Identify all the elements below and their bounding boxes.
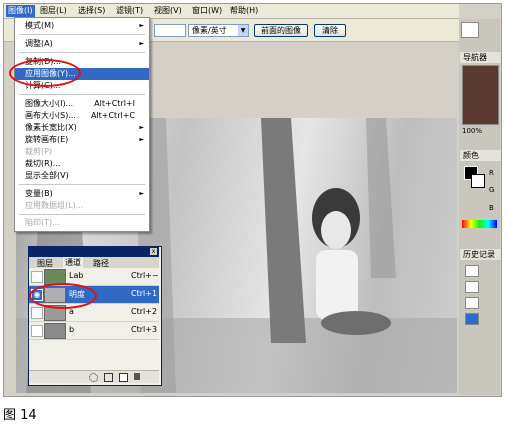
menu-item-trim[interactable]: 裁切(R)... [15,158,149,170]
history-state[interactable] [465,297,479,309]
color-channel-r: R [489,169,494,177]
trash-icon[interactable] [134,373,140,380]
menu-item-label: 显示全部(V) [25,171,69,180]
menu-item-label: 像素长宽比(X) [25,123,77,132]
color-ramp[interactable] [462,220,497,228]
menu-item-label: 图像大小(I)... [25,99,74,108]
menu-image[interactable]: 图像(I) [6,5,35,17]
menu-item-reveal-all[interactable]: 显示全部(V) [15,170,149,182]
history-state[interactable] [465,265,479,277]
menu-separator [19,214,145,215]
visibility-toggle[interactable] [31,271,43,283]
channel-name: Lab [69,271,84,280]
tab-channels[interactable]: 通道 [63,257,83,268]
menu-separator [19,34,145,35]
channel-shortcut: Ctrl+1 [131,289,158,298]
channels-panel: x 图层 通道 路径 Lab Ctrl+~ ◉ 明度 Ctrl+1 a Ctrl… [28,246,162,386]
menu-item-shortcut: Alt+Ctrl+C [90,111,135,120]
channel-shortcut: Ctrl+2 [131,307,158,316]
menu-item-canvas-size[interactable]: 画布大小(S)... Alt+Ctrl+C [15,110,149,122]
resolution-field[interactable] [154,24,186,37]
menu-item-label: 旋转画布(E) [25,135,69,144]
menu-separator [19,184,145,185]
panel-title-bar[interactable]: x [29,247,159,257]
menu-help[interactable]: 帮助(H) [228,5,260,17]
menu-item-label: 裁剪(P) [25,147,53,156]
save-selection-icon[interactable] [104,373,113,382]
menu-item-label: 调整(A) [25,39,53,48]
history-state[interactable] [465,281,479,293]
menu-view[interactable]: 视图(V) [152,5,184,17]
annotation-circle-channel [29,283,97,309]
menu-item-label: 模式(M) [25,21,55,30]
channel-shortcut: Ctrl+~ [131,271,159,280]
menu-item-label: 画布大小(S)... [25,111,76,120]
menu-item-shortcut: Alt+Ctrl+I [94,99,135,108]
submenu-arrow-icon: ► [139,124,144,131]
background-color-swatch[interactable] [471,174,485,188]
menu-window[interactable]: 窗口(W) [190,5,224,17]
channel-thumbnail [44,323,66,339]
annotation-circle-apply-image [9,59,81,87]
channel-row-b[interactable]: b Ctrl+3 [29,322,159,340]
color-palette-title: 颜色 [460,150,501,161]
image-menu-dropdown: 模式(M) ► 调整(A) ► 复制(D)... 应用图像(Y)... 计算(C).… [14,17,150,232]
channel-name: b [69,325,75,334]
menu-item-crop: 裁剪(P) [15,146,149,158]
load-selection-icon[interactable] [89,373,98,382]
history-state-current[interactable] [465,313,479,325]
new-channel-icon[interactable] [119,373,128,382]
figure-caption: 图 14 [3,408,37,423]
menu-filter[interactable]: 滤镜(T) [114,5,145,17]
navigator-zoom: 100% [462,127,483,135]
channel-shortcut: Ctrl+3 [131,325,158,334]
panel-tabs: 图层 通道 路径 [29,257,159,268]
menu-separator [19,94,145,95]
menu-separator [19,52,145,53]
menu-item-pixel-aspect-ratio[interactable]: 像素长宽比(X) ► [15,122,149,134]
menu-item-image-size[interactable]: 图像大小(I)... Alt+Ctrl+I [15,98,149,110]
visibility-toggle[interactable] [31,325,43,337]
unit-select[interactable]: 像素/英寸 ▼ [188,24,249,37]
menu-item-label: 应用数据组(L)... [25,201,84,210]
front-image-button[interactable]: 前面的图像 [254,24,308,37]
palette-well-icon[interactable] [461,22,479,38]
chevron-down-icon: ▼ [238,25,248,36]
close-icon[interactable]: x [150,248,157,255]
panel-footer [29,370,159,383]
menu-item-mode[interactable]: 模式(M) ► [15,20,149,32]
history-palette-title: 历史记录 [460,249,501,260]
menu-item-label: 变量(B) [25,189,53,198]
menu-item-label: 裁切(R)... [25,159,61,168]
unit-select-value: 像素/英寸 [192,26,227,35]
palette-dock: 导航器 100% 颜色 R G B 历史记录 [459,19,501,395]
submenu-arrow-icon: ► [139,22,144,29]
menu-item-trap: 陷印(T)... [15,217,149,229]
navigator-palette-title: 导航器 [460,52,501,63]
color-channel-b: B [489,204,494,212]
submenu-arrow-icon: ► [139,190,144,197]
color-channel-g: G [489,186,495,194]
navigator-thumbnail[interactable] [462,65,499,125]
submenu-arrow-icon: ► [139,40,144,47]
clear-button[interactable]: 清除 [314,24,346,37]
menu-select[interactable]: 选择(S) [76,5,107,17]
menu-item-rotate-canvas[interactable]: 旋转画布(E) ► [15,134,149,146]
menu-layer[interactable]: 图层(L) [38,5,69,17]
visibility-toggle[interactable] [31,307,43,319]
menu-item-apply-data-set: 应用数据组(L)... [15,200,149,212]
menu-item-variables[interactable]: 变量(B) ► [15,188,149,200]
submenu-arrow-icon: ► [139,136,144,143]
menu-item-adjust[interactable]: 调整(A) ► [15,38,149,50]
menu-item-label: 陷印(T)... [25,218,60,227]
